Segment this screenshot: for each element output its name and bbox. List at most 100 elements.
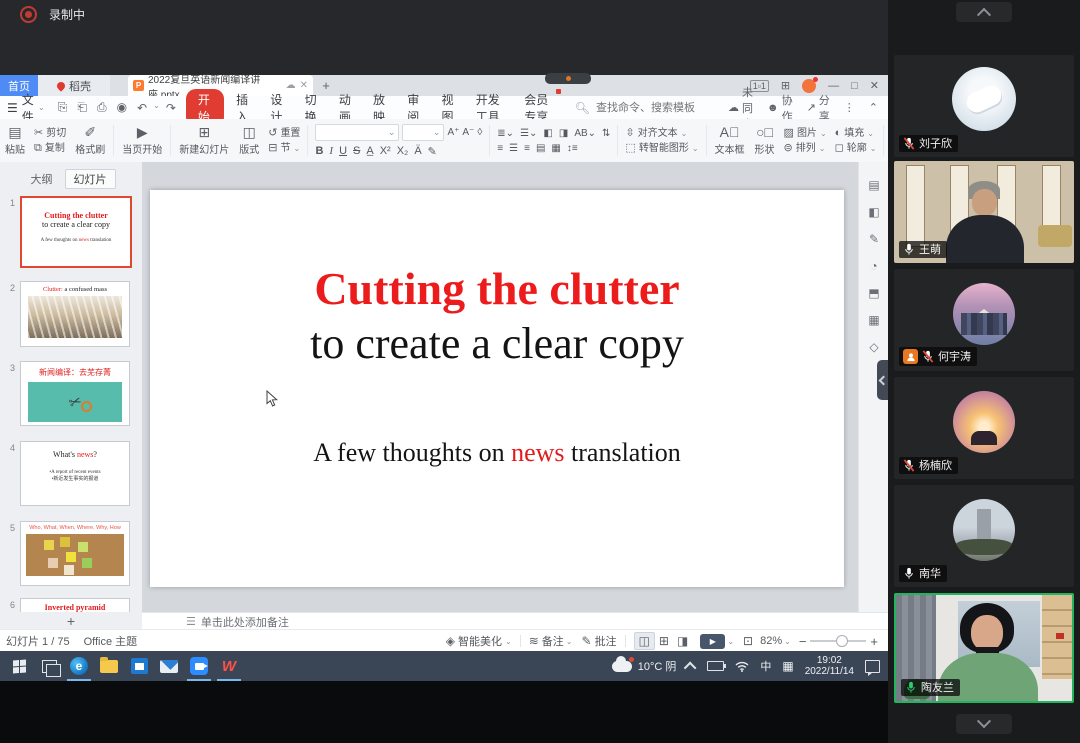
fill-button[interactable]: ◐填充⌄ (835, 128, 877, 139)
notes-bar[interactable]: ☰ 单击此处添加备注 (142, 612, 888, 630)
tray-expand-icon[interactable] (684, 661, 697, 674)
taskbar-clock[interactable]: 19:02 2022/11/14 (805, 655, 854, 677)
undo-caret-icon[interactable]: ⌄ (153, 101, 160, 115)
zoom-slider-knob[interactable] (836, 635, 848, 647)
slide-thumbnail-3[interactable]: 新闻编译：去芜存菁 ✂ (20, 361, 130, 426)
print-icon[interactable]: ⎙ (97, 100, 107, 115)
clock-panel-icon[interactable]: ◔ (870, 259, 877, 273)
fit-slide-icon[interactable]: ⊡ (743, 634, 753, 648)
highlight-button[interactable]: ✎ (428, 145, 437, 158)
underline-button[interactable]: U (339, 145, 347, 157)
outline-button[interactable]: ◻轮廓⌄ (835, 143, 877, 154)
italic-button[interactable]: I (329, 145, 333, 157)
numbering-button[interactable]: ☰⌄ (520, 128, 537, 139)
slide-thumbnail-1[interactable]: Cutting the clutter to create a clear co… (20, 196, 132, 268)
reading-view-button[interactable]: ◨ (673, 633, 692, 649)
textbox-button[interactable]: A⃞文本框 (710, 119, 750, 162)
section-button[interactable]: ⊟节⌄ (268, 143, 300, 154)
comments-button[interactable]: 批注 (595, 633, 617, 649)
sidebar-scroll-up-button[interactable] (956, 2, 1012, 22)
participant-tile-5[interactable]: 南华 (894, 485, 1074, 587)
panel-collapse-handle[interactable] (877, 360, 888, 400)
properties-panel-icon[interactable]: ▤ (868, 178, 879, 192)
cut-button[interactable]: ✂剪切 (34, 128, 66, 139)
decrease-font-icon[interactable]: A⁻ (462, 124, 474, 141)
edit-panel-icon[interactable]: ✎ (869, 232, 879, 246)
play-from-current-button[interactable]: ▶当页开始 (117, 119, 167, 162)
decrease-indent-button[interactable]: ◧ (543, 128, 552, 139)
weather-widget[interactable]: 10°C 阴 (612, 658, 677, 674)
media-panel-icon[interactable]: ◇ (869, 340, 878, 354)
normal-view-button[interactable]: ◫ (634, 632, 655, 650)
taskbar-store[interactable] (124, 651, 154, 681)
participant-tile-6[interactable]: 陶友兰 (894, 593, 1074, 703)
slide-sorter-view-button[interactable]: ⊞ (655, 633, 673, 649)
participant-tile-2[interactable]: 王萌 (894, 161, 1074, 263)
justify-button[interactable]: ▤ (536, 143, 545, 154)
font-color-button[interactable]: A̲ (366, 145, 373, 157)
object-panel-icon[interactable]: ◧ (868, 205, 879, 219)
print-preview-icon[interactable]: ◉ (117, 100, 127, 115)
slide-canvas[interactable]: Cutting the clutter to create a clear co… (142, 162, 858, 612)
tab-docer[interactable]: 稻壳 (38, 75, 110, 96)
battery-icon[interactable] (707, 661, 724, 671)
format-painter-button[interactable]: ✐格式刷 (70, 119, 110, 162)
slide-thumbnail-2[interactable]: Clutter: a confused mass (20, 281, 130, 347)
new-slide-button[interactable]: ⊞新建幻灯片 (174, 119, 234, 162)
network-icon[interactable] (735, 661, 749, 672)
panel-tab-slides[interactable]: 幻灯片 (65, 169, 116, 189)
slide-thumbnail-4[interactable]: What's news? •A report of recent events … (20, 441, 130, 506)
reset-button[interactable]: ↺重置 (268, 128, 300, 139)
task-view-button[interactable] (34, 651, 64, 681)
increase-indent-button[interactable]: ◨ (559, 128, 568, 139)
bullets-button[interactable]: ≣⌄ (497, 128, 514, 139)
subscript-button[interactable]: X₂ (397, 145, 409, 157)
add-slide-button[interactable]: + (0, 612, 143, 629)
zoom-in-button[interactable]: + (870, 634, 878, 649)
panel-tab-outline[interactable]: 大纲 (27, 169, 57, 189)
taskbar-file-explorer[interactable] (94, 651, 124, 681)
zoom-level[interactable]: 82% (760, 635, 782, 647)
paste-button[interactable]: ▤粘贴 (0, 119, 30, 162)
zoom-slider[interactable] (810, 640, 866, 642)
current-slide[interactable]: Cutting the clutter to create a clear co… (150, 190, 844, 587)
notes-button[interactable]: 备注 (542, 633, 564, 649)
participant-tile-3[interactable]: 何宇涛 (894, 269, 1074, 371)
align-left-button[interactable]: ≡ (497, 143, 503, 154)
arrange-button[interactable]: ⊜排列⌄ (784, 143, 827, 154)
taskbar-wps[interactable]: W (214, 651, 244, 681)
redo-icon[interactable]: ↷ (166, 101, 176, 115)
sort-button[interactable]: ⇅ (602, 128, 610, 139)
increase-font-icon[interactable]: A⁺ (447, 124, 459, 141)
participant-tile-1[interactable]: 刘子欣 (894, 55, 1074, 157)
picture-button[interactable]: ▨图片⌄ (784, 128, 827, 139)
keyboard-icon[interactable]: ▦ (782, 659, 793, 673)
shape-panel-icon[interactable]: ⬒ (868, 286, 879, 300)
align-center-button[interactable]: ☰ (509, 143, 518, 154)
taskbar-mail[interactable] (154, 651, 184, 681)
action-center-icon[interactable] (865, 660, 880, 673)
theme-name[interactable]: Office 主题 (84, 633, 138, 649)
undo-icon[interactable]: ↶ (137, 101, 147, 115)
superscript-button[interactable]: X² (380, 145, 391, 157)
search-input[interactable] (594, 101, 728, 115)
distribute-button[interactable]: ▦ (551, 143, 560, 154)
command-search[interactable]: 🔍︎ (575, 101, 728, 115)
save-icon[interactable]: ⎘ (58, 100, 68, 115)
strikethrough-button[interactable]: S (353, 145, 360, 157)
text-direction-button[interactable]: AB⌄ (574, 128, 596, 139)
beautify-button[interactable]: 智能美化 (458, 633, 502, 649)
bold-button[interactable]: B (315, 145, 323, 157)
participant-tile-4[interactable]: 杨楠欣 (894, 377, 1074, 479)
sidebar-scroll-down-button[interactable] (956, 714, 1012, 734)
phonetic-guide-button[interactable]: Ä (414, 145, 421, 157)
font-name-select[interactable]: ⌄ (315, 124, 399, 141)
zoom-out-button[interactable]: − (799, 634, 807, 649)
font-size-select[interactable]: ⌄ (402, 124, 444, 141)
align-right-button[interactable]: ≡ (524, 143, 530, 154)
slide-thumbnail-5[interactable]: Who, What, When, Where, Why, How (20, 521, 130, 586)
align-text-button[interactable]: ⇳对齐文本⌄ (625, 128, 698, 139)
more-menu-icon[interactable]: ⋮ (844, 101, 855, 114)
collapse-ribbon-icon[interactable]: ⌃ (869, 101, 878, 114)
taskbar-meeting-app[interactable] (184, 651, 214, 681)
